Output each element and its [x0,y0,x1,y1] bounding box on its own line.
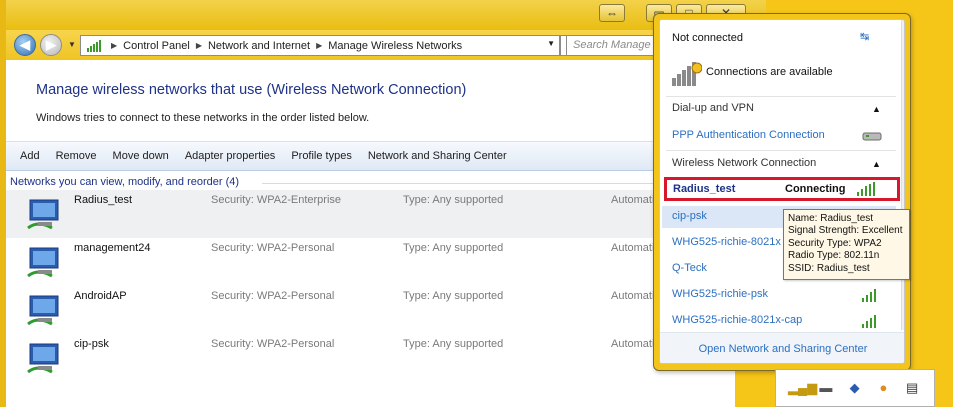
network-row[interactable]: cip-psk Security: WPA2-Personal Type: An… [6,334,766,382]
explorer-window: ⇔ ▭ □ ✕ ◀ ▶ ▼ ▶ Control Panel ▶ Network … [0,0,766,407]
active-network-name: Radius_test [673,183,736,195]
wireless-network-label: Q-Teck [672,262,707,274]
tooltip-security: Security Type: WPA2 [788,237,882,249]
signal-strength-icon [857,182,875,196]
divider [666,96,896,97]
network-name: AndroidAP [74,290,127,302]
security-icon[interactable]: ◆ [848,380,862,396]
wireless-profile-icon [27,247,59,278]
title-bar: ⇔ ▭ □ ✕ [6,0,766,30]
command-bar: Add Remove Move down Adapter properties … [6,141,766,171]
divider [666,150,896,151]
active-network-state: Connecting [785,183,846,195]
user-icon[interactable]: ● [877,380,891,396]
back-button[interactable]: ◀ [14,34,36,56]
refresh-icon[interactable]: ↹ [860,30,869,43]
add-button[interactable]: Add [20,150,40,162]
adapter-properties-button[interactable]: Adapter properties [185,150,276,162]
network-security: Security: WPA2-Personal [211,290,335,302]
arrow-right-icon: ▶ [46,37,56,52]
wireless-profile-icon [27,343,59,374]
wireless-network-item[interactable]: WHG525-richie-8021x-cap [662,310,896,332]
wireless-profile-icon [27,295,59,326]
chevron-down-icon[interactable]: ▼ [902,316,904,329]
network-name: Radius_test [74,194,133,206]
availability-text: Connections are available [706,66,833,78]
wireless-profile-icon [27,199,59,230]
network-flyout: Not connected ↹ Connections are availabl… [653,13,911,371]
chevron-up-icon[interactable]: ▲ [872,104,881,114]
network-type: Type: Any supported [403,194,504,206]
chevron-right-icon: ▶ [316,41,323,50]
wireless-network-label: cip-psk [672,210,707,222]
address-field[interactable]: ▶ Control Panel ▶ Network and Internet ▶… [80,35,560,56]
remove-button[interactable]: Remove [56,150,97,162]
flyout-scrollbar[interactable]: ▲ ▼ [901,20,905,330]
modem-icon [862,132,882,141]
available-networks-icon [672,62,702,86]
recent-pages-chevron-icon[interactable]: ▼ [68,40,76,49]
arrow-left-icon: ◀ [20,37,30,52]
tooltip-ssid: SSID: Radius_test [788,262,870,274]
wireless-network-label: WHG525-richie-8021x-cap [672,314,803,326]
chevron-up-icon[interactable]: ▲ [902,20,904,33]
breadcrumb-manage-wireless[interactable]: Manage Wireless Networks [328,40,462,52]
network-type: Type: Any supported [403,338,504,350]
chevron-right-icon: ▶ [111,41,118,50]
system-tray: ▂▄▆ ▬ ◆ ● ▤ [775,369,935,407]
network-security: Security: WPA2-Personal [211,338,335,350]
network-name: management24 [74,242,151,254]
resize-button[interactable]: ⇔ [599,4,625,22]
tooltip-signal: Signal Strength: Excellent [788,225,903,237]
network-tooltip: Name: Radius_test Signal Strength: Excel… [783,209,910,280]
page-title: Manage wireless networks that use (Wirel… [36,82,467,98]
network-flyout-panel: Not connected ↹ Connections are availabl… [659,19,905,364]
tooltip-name: Name: Radius_test [788,213,874,224]
network-security: Security: WPA2-Personal [211,242,335,254]
signal-strength-icon [862,315,876,328]
network-row[interactable]: Radius_test Security: WPA2-Enterprise Ty… [6,190,766,238]
network-row[interactable]: management24 Security: WPA2-Personal Typ… [6,238,766,286]
section-dialup: Dial-up and VPN [672,102,754,114]
network-type: Type: Any supported [403,290,504,302]
network-name: cip-psk [74,338,109,350]
flyout-footer: Open Network and Sharing Center [660,332,904,363]
signal-strength-icon [862,289,876,302]
network-row[interactable]: AndroidAP Security: WPA2-Personal Type: … [6,286,766,334]
wireless-network-item[interactable]: WHG525-richie-psk [662,284,896,306]
network-icon[interactable]: ▂▄▆ [788,380,817,396]
profile-types-button[interactable]: Profile types [291,150,352,162]
monitor-icon[interactable]: ▬ [819,380,833,396]
tooltip-radio: Radio Type: 802.11n [788,250,880,262]
connection-status: Not connected [672,32,743,44]
forward-button[interactable]: ▶ [40,34,62,56]
chevron-up-icon[interactable]: ▲ [872,159,881,169]
breadcrumb-network-and-internet[interactable]: Network and Internet [208,40,310,52]
address-bar-region: ◀ ▶ ▼ ▶ Control Panel ▶ Network and Inte… [6,30,766,60]
group-divider [262,183,662,184]
page-description: Windows tries to connect to these networ… [36,112,370,124]
breadcrumb-control-panel[interactable]: Control Panel [123,40,190,52]
active-network-item[interactable]: Radius_test Connecting [664,177,900,201]
chevron-right-icon: ▶ [195,41,202,50]
network-security: Security: WPA2-Enterprise [211,194,342,206]
network-icon [87,39,101,52]
scrollbar-thumb[interactable] [904,36,905,96]
chevron-down-icon[interactable]: ▼ [547,39,555,48]
wireless-network-label: WHG525-richie-psk [672,288,768,300]
device-icon[interactable]: ▤ [905,380,919,396]
network-sharing-center-button[interactable]: Network and Sharing Center [368,150,507,162]
move-down-button[interactable]: Move down [113,150,169,162]
ppp-connection-link[interactable]: PPP Authentication Connection [672,129,825,141]
section-wireless: Wireless Network Connection [672,157,817,169]
network-type: Type: Any supported [403,242,504,254]
wireless-network-label: WHG525-richie-8021x [672,236,781,248]
open-network-center-link[interactable]: Open Network and Sharing Center [660,343,904,355]
